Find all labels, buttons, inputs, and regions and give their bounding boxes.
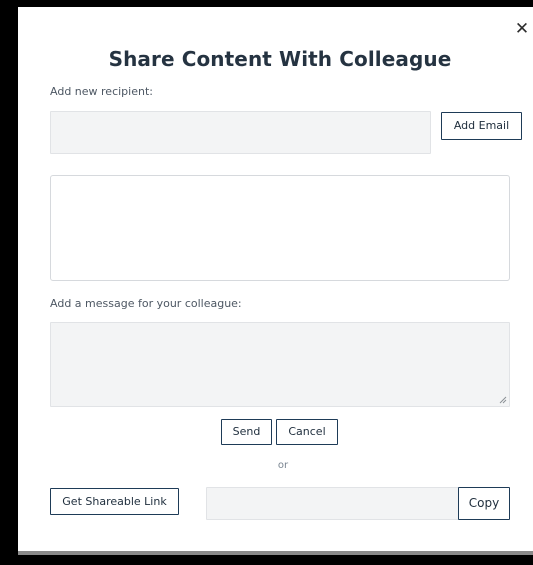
- message-textarea[interactable]: [50, 322, 510, 407]
- cancel-button[interactable]: Cancel: [276, 419, 338, 445]
- backdrop-edge-top: [0, 0, 533, 7]
- shareable-link-field[interactable]: [206, 487, 460, 520]
- add-email-button[interactable]: Add Email: [441, 112, 522, 140]
- message-label: Add a message for your colleague:: [50, 297, 242, 310]
- recipient-email-input[interactable]: [50, 111, 431, 154]
- copy-link-button[interactable]: Copy: [458, 487, 510, 520]
- or-separator: or: [277, 460, 289, 471]
- dialog-title: Share Content With Colleague: [108, 47, 452, 71]
- get-shareable-link-button[interactable]: Get Shareable Link: [50, 488, 179, 515]
- send-button[interactable]: Send: [221, 419, 272, 445]
- share-dialog: ✕ Share Content With Colleague Add new r…: [18, 7, 533, 551]
- resize-grip-icon[interactable]: [499, 396, 507, 404]
- screenshot-frame: ✕ Share Content With Colleague Add new r…: [0, 0, 533, 565]
- backdrop-edge-bottom: [18, 555, 533, 565]
- backdrop-edge-left: [0, 0, 18, 565]
- close-icon[interactable]: ✕: [514, 20, 530, 38]
- recipient-label: Add new recipient:: [50, 85, 153, 98]
- recipients-list: [50, 175, 510, 281]
